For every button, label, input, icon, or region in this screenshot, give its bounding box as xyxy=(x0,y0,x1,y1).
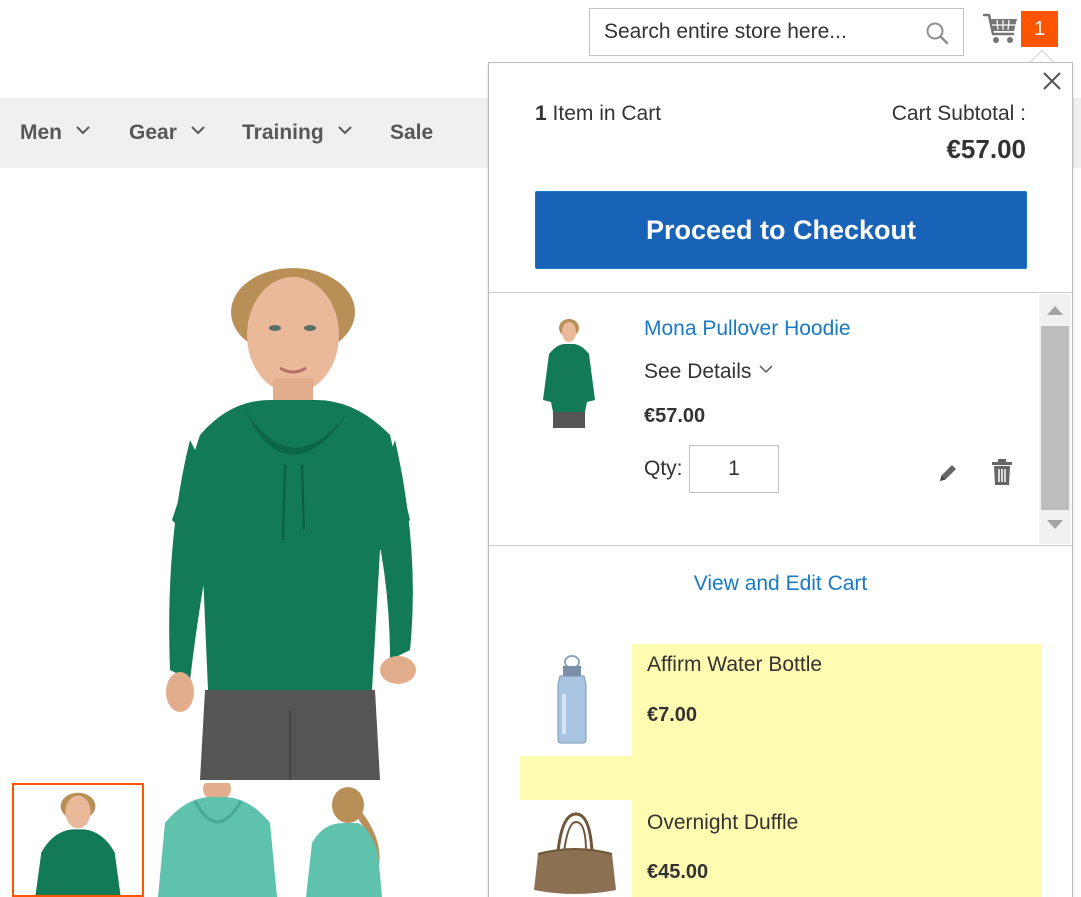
chevron-down-icon xyxy=(759,365,773,374)
related-product-price: €7.00 xyxy=(647,704,698,726)
nav-item-training[interactable]: Training xyxy=(242,98,352,168)
cart-item-price: €57.00 xyxy=(644,405,706,427)
nav-item-gear[interactable]: Gear xyxy=(129,98,205,168)
nav-item-label: Men xyxy=(20,121,62,144)
cart-item-image[interactable] xyxy=(533,316,605,428)
related-product-price: €45.00 xyxy=(647,861,709,883)
nav-item-label: Training xyxy=(242,121,324,144)
divider xyxy=(489,545,1072,546)
cart-count-badge[interactable]: 1 xyxy=(1021,11,1058,47)
qty-input[interactable] xyxy=(689,445,779,493)
close-icon[interactable] xyxy=(1041,70,1063,92)
duffle-bag-image[interactable] xyxy=(532,812,618,897)
shopping-cart-icon[interactable] xyxy=(983,12,1019,46)
scrollbar-thumb[interactable] xyxy=(1041,326,1069,510)
water-bottle-image[interactable] xyxy=(547,654,597,744)
divider xyxy=(489,292,1072,293)
chevron-down-icon xyxy=(337,126,352,135)
edit-pencil-icon[interactable] xyxy=(936,461,960,485)
scroll-up-arrow-icon[interactable] xyxy=(1047,306,1063,315)
minicart-pointer xyxy=(1030,50,1054,62)
proceed-to-checkout-button[interactable]: Proceed to Checkout xyxy=(535,191,1027,269)
chevron-down-icon xyxy=(191,126,205,135)
subtotal-price: €57.00 xyxy=(946,134,1026,164)
search-box xyxy=(589,8,964,56)
product-thumbnail-1[interactable] xyxy=(12,783,144,897)
scroll-down-arrow-icon[interactable] xyxy=(1047,520,1063,529)
related-product-name[interactable]: Overnight Duffle xyxy=(647,811,798,835)
product-thumbnail-3[interactable] xyxy=(298,783,388,897)
nav-item-men[interactable]: Men xyxy=(20,98,90,168)
related-product-highlight xyxy=(520,756,1042,800)
nav-item-label: Sale xyxy=(390,121,434,144)
qty-label: Qty: xyxy=(644,457,683,480)
product-main-image[interactable] xyxy=(110,250,490,780)
see-details-toggle[interactable]: See Details xyxy=(644,360,773,384)
related-product-name[interactable]: Affirm Water Bottle xyxy=(647,653,822,677)
items-label: Item in Cart xyxy=(552,102,662,125)
nav-item-sale[interactable]: Sale xyxy=(390,98,433,168)
subtotal-label: Cart Subtotal : xyxy=(891,102,1026,125)
items-total: 1 Item in Cart xyxy=(535,102,661,126)
view-and-edit-cart-link[interactable]: View and Edit Cart xyxy=(489,572,1072,596)
product-thumbnail-2[interactable] xyxy=(155,783,280,897)
nav-item-label: Gear xyxy=(129,121,177,144)
cart-item-name-link[interactable]: Mona Pullover Hoodie xyxy=(644,317,851,341)
items-count: 1 xyxy=(535,102,547,125)
see-details-label: See Details xyxy=(644,360,752,383)
search-icon[interactable] xyxy=(925,21,949,45)
chevron-down-icon xyxy=(76,126,90,135)
trash-icon[interactable] xyxy=(990,458,1014,486)
search-input[interactable] xyxy=(590,9,920,55)
